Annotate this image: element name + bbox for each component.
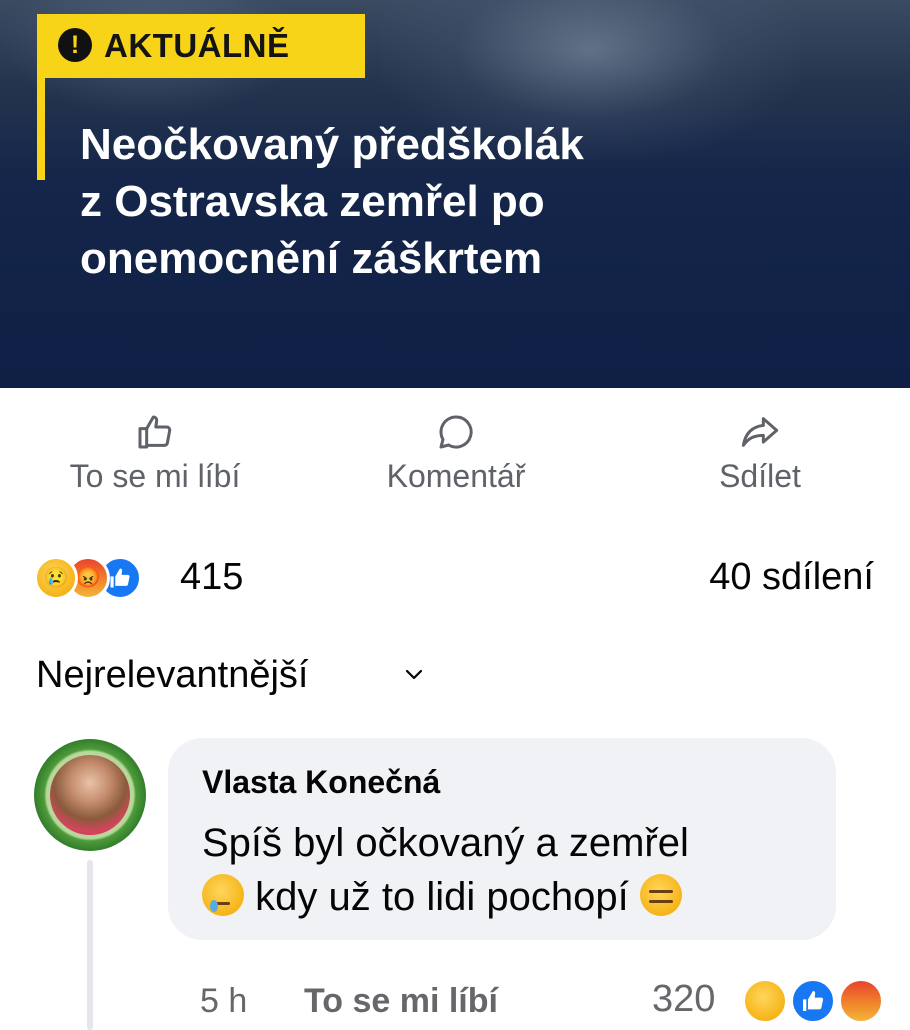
comment-text: Spíš byl očkovaný a zemřel kdy už to lid… [202, 816, 822, 924]
comment-icon [439, 415, 473, 449]
comment-sort-dropdown[interactable]: Nejrelevantnější [36, 654, 308, 697]
like-button[interactable]: To se mi líbí [40, 412, 270, 495]
share-label: Sdílet [719, 458, 801, 494]
crying-face-icon [202, 874, 244, 916]
comment-timestamp[interactable]: 5 h [200, 982, 247, 1021]
angry-emoji-icon [838, 978, 884, 1024]
reaction-summary[interactable]: 😢 😡 [34, 556, 194, 602]
share-arrow-icon [741, 417, 779, 447]
share-count[interactable]: 40 sdílení [709, 556, 874, 599]
comment-button[interactable]: Komentář [356, 412, 556, 495]
like-emoji-icon [790, 978, 836, 1024]
thumbs-up-icon [138, 415, 172, 449]
headline-line: Neočkovaný předškolák [80, 120, 584, 169]
avatar-photo [50, 755, 130, 835]
comment-line: Spíš byl očkovaný a zemřel [202, 821, 689, 865]
comment-line-text: kdy už to lidi pochopí [255, 875, 629, 919]
comment-reaction-count[interactable]: 320 [652, 978, 715, 1021]
comment-label: Komentář [386, 458, 526, 494]
headline-line: onemocnění záškrtem [80, 234, 543, 283]
thread-line [87, 860, 93, 1030]
chevron-down-icon[interactable] [402, 662, 426, 686]
article-header-image[interactable]: ! AKTUÁLNĚ Neočkovaný předškolák z Ostra… [0, 0, 910, 388]
tag-label: AKTUÁLNĚ [104, 27, 290, 64]
article-headline[interactable]: Neočkovaný předškolák z Ostravska zemřel… [80, 116, 860, 287]
avatar[interactable] [34, 739, 146, 851]
reaction-count[interactable]: 415 [180, 556, 243, 599]
comment-line-2: kdy už to lidi pochopí [202, 870, 822, 924]
share-button[interactable]: Sdílet [690, 412, 830, 495]
sad-emoji-icon: 😢 [34, 556, 78, 600]
alert-icon: ! [58, 28, 92, 62]
comment-like-button[interactable]: To se mi líbí [304, 982, 498, 1021]
headline-line: z Ostravska zemřel po [80, 177, 545, 226]
haha-emoji-icon [742, 978, 788, 1024]
comment-author[interactable]: Vlasta Konečná [202, 764, 440, 801]
unamused-face-icon [639, 874, 682, 916]
like-label: To se mi líbí [69, 458, 241, 494]
